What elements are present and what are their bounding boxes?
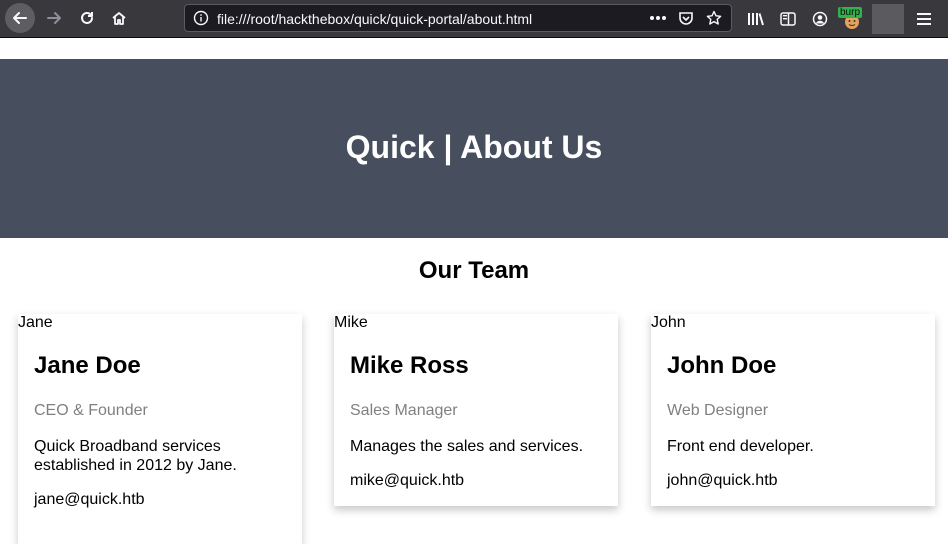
- section-title: Our Team: [418, 257, 530, 284]
- bookmark-star-icon[interactable]: [703, 9, 725, 27]
- member-email: jane@quick.htb: [34, 491, 145, 508]
- forward-button[interactable]: [39, 3, 69, 33]
- library-icon[interactable]: [740, 4, 772, 34]
- toolbar-divider: [872, 3, 904, 34]
- hero-banner: Quick | About Us: [0, 59, 948, 238]
- burp-badge: burp: [838, 6, 863, 18]
- card-body: John Doe Web Designer Front end develope…: [651, 314, 935, 506]
- sidebar-icon[interactable]: [772, 4, 804, 34]
- page-title: Quick | About Us: [345, 129, 603, 165]
- broken-image-alt: Jane: [18, 314, 53, 331]
- card-body: Jane Doe CEO & Founder Quick Broadband s…: [18, 314, 302, 544]
- broken-image-alt: Mike: [334, 314, 368, 331]
- burp-extension-icon[interactable]: burp: [836, 4, 868, 34]
- home-button[interactable]: [104, 3, 134, 33]
- member-name: John Doe: [667, 352, 777, 379]
- back-button[interactable]: [5, 3, 35, 33]
- member-email: john@quick.htb: [667, 472, 778, 489]
- member-name: Jane Doe: [34, 352, 141, 379]
- pocket-icon[interactable]: [675, 9, 697, 27]
- account-icon[interactable]: [804, 4, 836, 34]
- url-text[interactable]: file:///root/hackthebox/quick/quick-port…: [217, 11, 532, 27]
- menu-icon[interactable]: [908, 4, 940, 34]
- reload-button[interactable]: [72, 3, 102, 33]
- member-role: Web Designer: [667, 402, 769, 419]
- member-email: mike@quick.htb: [350, 472, 465, 489]
- url-bar[interactable]: file:///root/hackthebox/quick/quick-port…: [184, 4, 732, 32]
- info-icon[interactable]: [193, 10, 209, 31]
- member-role: CEO & Founder: [34, 402, 148, 419]
- member-description: Quick Broadband services established in …: [34, 438, 237, 474]
- reload-icon: [81, 11, 93, 24]
- member-description: Front end developer.: [667, 438, 814, 455]
- broken-image-alt: John: [651, 314, 686, 331]
- member-role: Sales Manager: [350, 402, 458, 419]
- card-body: Mike Ross Sales Manager Manages the sale…: [334, 314, 618, 506]
- page-actions-icon[interactable]: [647, 9, 669, 27]
- member-description: Manages the sales and services.: [350, 438, 584, 455]
- arrow-left-icon: [13, 12, 27, 24]
- arrow-right-icon: [47, 12, 61, 24]
- member-name: Mike Ross: [350, 352, 469, 379]
- browser-toolbar: file:///root/hackthebox/quick/quick-port…: [0, 0, 948, 38]
- home-icon: [112, 12, 126, 25]
